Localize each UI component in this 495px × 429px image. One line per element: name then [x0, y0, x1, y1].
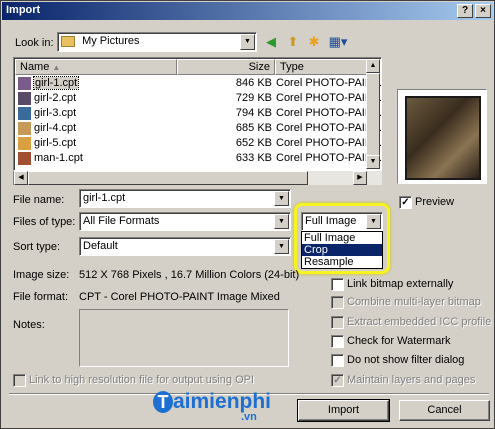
- watermark-logo: Taimienphi .vn: [153, 390, 271, 423]
- image-file-icon: [18, 152, 31, 165]
- column-header-type[interactable]: Type: [275, 59, 367, 75]
- imagesize-label: Image size:: [13, 269, 70, 281]
- help-button[interactable]: ?: [457, 4, 473, 18]
- horizontal-scrollbar[interactable]: ◀ ▶: [13, 171, 382, 185]
- views-menu-icon[interactable]: ▦▾: [326, 33, 350, 51]
- filter-dialog-checkbox[interactable]: [331, 354, 344, 367]
- lookin-select[interactable]: My Pictures ▼: [57, 32, 257, 52]
- import-mode-options[interactable]: Full Image Crop Resample: [301, 231, 383, 269]
- import-button[interactable]: Import: [297, 399, 390, 422]
- image-file-icon: [18, 92, 31, 105]
- scroll-left-icon[interactable]: ◀: [14, 171, 28, 185]
- option-resample[interactable]: Resample: [302, 256, 382, 268]
- file-row[interactable]: girl-4.cpt 685 KB Corel PHOTO-PAIN...: [16, 121, 381, 136]
- sorttype-label: Sort type:: [13, 241, 61, 253]
- preview-image: [405, 96, 481, 180]
- combine-layers-label: Combine multi-layer bitmap: [347, 296, 481, 308]
- up-folder-icon[interactable]: ⬆: [284, 33, 302, 51]
- scroll-down-icon[interactable]: ▼: [366, 155, 380, 169]
- sorttype-select[interactable]: Default ▼: [79, 237, 291, 256]
- option-crop[interactable]: Crop: [302, 244, 382, 256]
- link-bitmap-checkbox[interactable]: [331, 278, 344, 291]
- new-folder-icon[interactable]: ✱: [305, 33, 323, 51]
- image-file-icon: [18, 137, 31, 150]
- lookin-label: Look in:: [15, 37, 54, 49]
- extract-icc-label: Extract embedded ICC profile: [347, 316, 492, 328]
- watermark-label: Check for Watermark: [347, 335, 451, 347]
- notes-label: Notes:: [13, 319, 45, 331]
- chevron-down-icon[interactable]: ▼: [366, 214, 381, 229]
- column-header-name[interactable]: Name ▲: [15, 59, 177, 75]
- image-file-icon: [18, 77, 31, 90]
- close-button[interactable]: ×: [475, 4, 491, 18]
- chevron-down-icon[interactable]: ▼: [274, 239, 289, 254]
- column-header-size[interactable]: Size: [177, 59, 275, 75]
- filename-label: File name:: [13, 194, 65, 206]
- title-bar: Import ? ×: [2, 2, 493, 20]
- fileformat-label: File format:: [13, 291, 69, 303]
- maintain-layers-label: Maintain layers and pages: [347, 374, 476, 386]
- filetype-select[interactable]: All File Formats ▼: [79, 212, 291, 231]
- import-dialog: Import ? × Look in: My Pictures ▼ ◀ ⬆ ✱ …: [0, 0, 495, 429]
- file-row[interactable]: girl-2.cpt 729 KB Corel PHOTO-PAIN...: [16, 91, 381, 106]
- watermark-checkbox[interactable]: [331, 335, 344, 348]
- image-file-icon: [18, 122, 31, 135]
- link-bitmap-label: Link bitmap externally: [347, 278, 454, 290]
- chevron-down-icon[interactable]: ▼: [274, 214, 289, 229]
- file-row[interactable]: girl-3.cpt 794 KB Corel PHOTO-PAIN...: [16, 106, 381, 121]
- scroll-up-icon[interactable]: ▲: [366, 59, 380, 73]
- cancel-button[interactable]: Cancel: [399, 400, 490, 421]
- preview-panel: [397, 89, 487, 184]
- maintain-layers-checkbox[interactable]: ✓: [331, 374, 344, 387]
- hscroll-thumb[interactable]: [28, 171, 308, 185]
- file-row[interactable]: girl-5.cpt 652 KB Corel PHOTO-PAIN...: [16, 136, 381, 151]
- folder-icon: [61, 35, 75, 47]
- lookin-value: My Pictures: [82, 35, 140, 47]
- imagesize-value: 512 X 768 Pixels , 16.7 Million Colors (…: [79, 269, 300, 281]
- filename-field[interactable]: girl-1.cpt ▼: [79, 189, 291, 208]
- chevron-down-icon[interactable]: ▼: [240, 34, 255, 50]
- chevron-down-icon[interactable]: ▼: [274, 191, 289, 206]
- combine-layers-checkbox[interactable]: [331, 296, 344, 309]
- file-list[interactable]: Name ▲ Size Type girl-1.cpt 846 KB Corel…: [13, 57, 382, 171]
- option-full-image[interactable]: Full Image: [302, 232, 382, 244]
- vertical-scrollbar[interactable]: ▲ ▼: [366, 59, 380, 169]
- fileformat-value: CPT - Corel PHOTO-PAINT Image Mixed: [79, 291, 280, 303]
- logo-t-icon: T: [153, 391, 173, 413]
- preview-label: Preview: [415, 196, 455, 208]
- scroll-right-icon[interactable]: ▶: [353, 171, 367, 185]
- filter-dialog-label: Do not show filter dialog: [347, 354, 465, 366]
- scroll-thumb[interactable]: [366, 73, 380, 159]
- filetype-label: Files of type:: [13, 216, 76, 228]
- file-row[interactable]: girl-1.cpt 846 KB Corel PHOTO-PAIN...: [16, 76, 381, 91]
- dialog-title: Import: [6, 4, 41, 16]
- import-mode-select[interactable]: Full Image ▼: [301, 212, 383, 231]
- link-highres-checkbox[interactable]: [13, 374, 26, 387]
- back-icon[interactable]: ◀: [262, 33, 280, 51]
- preview-checkbox[interactable]: ✓: [399, 196, 412, 209]
- image-file-icon: [18, 107, 31, 120]
- notes-box: [79, 309, 289, 367]
- extract-icc-checkbox[interactable]: [331, 316, 344, 329]
- file-row[interactable]: man-1.cpt 633 KB Corel PHOTO-PAIN...: [16, 151, 381, 166]
- link-highres-label: Link to high resolution file for output …: [29, 374, 255, 386]
